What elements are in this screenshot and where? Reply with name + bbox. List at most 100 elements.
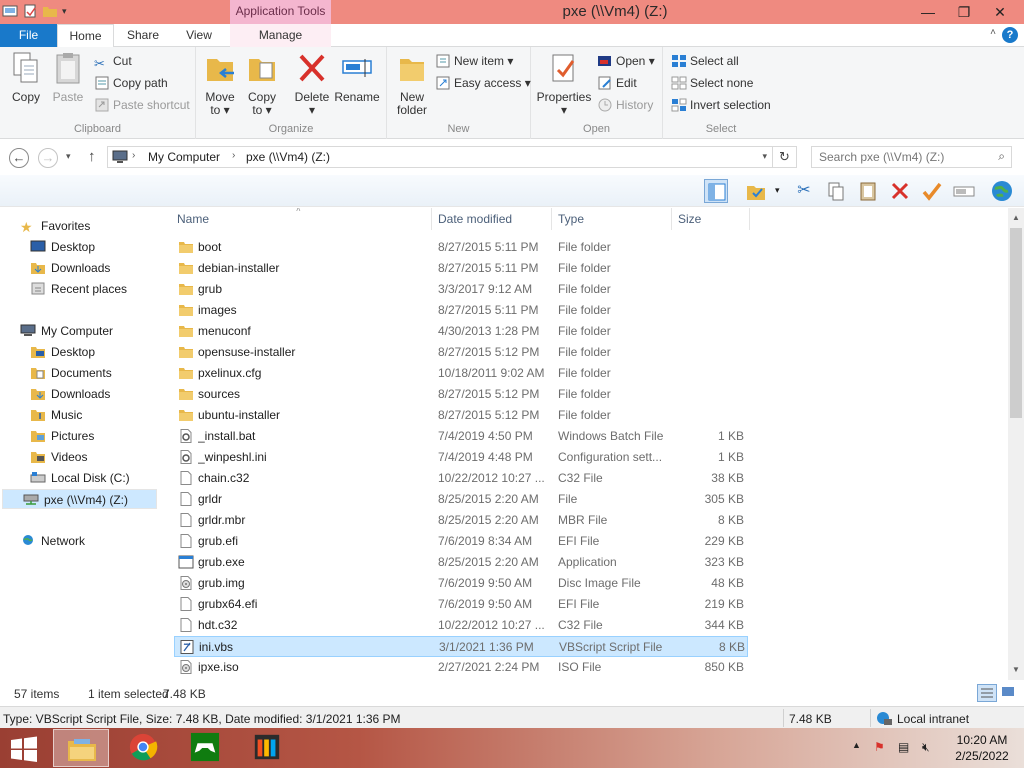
volume-muted-icon[interactable]: 🔇︎ [922,740,930,755]
nav-pc-music[interactable]: Music [30,405,82,425]
forward-button[interactable]: → [38,148,58,168]
file-row[interactable]: boot 8/27/2015 5:11 PM File folder [174,237,748,258]
column-divider[interactable] [431,208,432,230]
nav-pc-desktop[interactable]: Desktop [30,342,95,362]
tab-file[interactable]: File [0,24,57,47]
taskbar-store-app[interactable] [239,729,295,767]
windows-start-icon[interactable] [8,736,40,762]
invert-selection-button[interactable]: Invert selection [671,96,771,114]
properties-button[interactable]: Properties ▾ [535,51,593,117]
cut-button[interactable]: ✂ Cut [94,52,132,71]
taskbar-chrome[interactable] [115,729,171,767]
nav-fav-recent-places[interactable]: Recent places [30,279,127,299]
up-arrow-icon[interactable]: ↑ [88,148,96,165]
file-row[interactable]: menuconf 4/30/2013 1:28 PM File folder [174,321,748,342]
action-center-flag-icon[interactable]: ⚑ [874,740,885,754]
easy-access-button[interactable]: Easy access ▾ [435,74,531,92]
properties-check-icon[interactable] [744,179,768,203]
file-row[interactable]: debian-installer 8/27/2015 5:11 PM File fo… [174,258,748,279]
toolbar-dropdown-icon[interactable]: ▾ [775,185,780,196]
taskbar-file-explorer[interactable] [53,729,109,767]
delete-button[interactable]: Delete ▾ [292,51,332,117]
breadcrumb-my-computer[interactable]: My Computer [148,150,220,164]
address-dropdown-icon[interactable]: ▾ [762,151,767,162]
taskbar-game-app[interactable] [177,729,233,767]
nav-pc-documents[interactable]: Documents [30,363,112,383]
file-row[interactable]: hdt.c32 10/22/2012 10:27 ... C32 File 344 K… [174,615,748,636]
delete-toolbar-icon[interactable] [888,179,912,203]
file-row[interactable]: grub.img 7/6/2019 9:50 AM Disc Image File 4… [174,573,748,594]
edit-button[interactable]: Edit [597,74,637,92]
tab-manage[interactable]: Manage [230,24,331,47]
minimize-button[interactable]: — [910,2,946,22]
nav-pxe-drive[interactable]: pxe (\\Vm4) (Z:) [2,489,157,509]
column-header-name[interactable]: Name [177,211,209,233]
scroll-up-icon[interactable]: ▲ [1008,210,1024,226]
column-header-size[interactable]: Size [678,211,701,233]
file-row[interactable]: pxelinux.cfg 10/18/2011 9:02 AM File folde… [174,363,748,384]
minimize-ribbon-icon[interactable]: ˄ [990,27,996,38]
scroll-thumb[interactable] [1010,228,1022,418]
file-row[interactable]: ini.vbs 3/1/2021 1:36 PM VBScript Script F… [174,636,748,657]
breadcrumb-pxe-drive[interactable]: pxe (\\Vm4) (Z:) [246,150,330,164]
file-row[interactable]: sources 8/27/2015 5:12 PM File folder [174,384,748,405]
column-divider[interactable] [671,208,672,230]
copy-path-button[interactable]: Copy path [94,74,168,92]
preview-pane-icon[interactable] [704,179,728,203]
scroll-down-icon[interactable]: ▼ [1008,662,1024,678]
nav-fav-desktop[interactable]: Desktop [30,237,95,257]
file-row[interactable]: _winpeshl.ini 7/4/2019 4:48 PM Configurati… [174,447,748,468]
recent-locations-icon[interactable]: ▾ [66,151,71,162]
maximize-button[interactable]: ❐ [946,2,982,22]
nav-pc-downloads[interactable]: Downloads [30,384,110,404]
network-tray-icon[interactable]: ▤ [898,740,909,754]
refresh-button[interactable]: ↻ [773,146,797,168]
show-hidden-icons-icon[interactable]: ▲ [852,740,861,750]
file-row[interactable]: grubx64.efi 7/6/2019 9:50 AM EFI File 219 K… [174,594,748,615]
rename-button[interactable]: Rename [334,51,380,104]
file-row[interactable]: grub.efi 7/6/2019 8:34 AM EFI File 229 KB [174,531,748,552]
close-button[interactable]: ✕ [982,2,1018,22]
column-header-type[interactable]: Type [558,211,584,233]
paste-toolbar-icon[interactable] [856,179,880,203]
select-all-button[interactable]: Select all [671,52,739,70]
select-none-button[interactable]: Select none [671,74,753,92]
globe-icon[interactable] [990,179,1014,203]
paste-button[interactable]: Paste [50,51,86,104]
tab-share[interactable]: Share [118,24,168,47]
rename-toolbar-icon[interactable] [952,179,976,203]
file-row[interactable]: _install.bat 7/4/2019 4:50 PM Windows Batc… [174,426,748,447]
new-folder-button[interactable]: New folder [393,51,431,117]
back-button[interactable]: ← [9,148,29,168]
search-input[interactable]: Search pxe (\\Vm4) (Z:) ⌕ [811,146,1012,168]
breadcrumb-chevron-icon[interactable]: › [132,150,135,161]
vertical-scrollbar[interactable]: ▲ ▼ [1008,208,1024,680]
taskbar-clock[interactable]: 10:20 AM 2/25/2022 [952,732,1012,764]
copy-toolbar-icon[interactable] [824,179,848,203]
nav-local-disk[interactable]: Local Disk (C:) [30,468,130,488]
details-view-icon[interactable] [977,684,997,702]
column-header-date[interactable]: Date modified [438,211,512,233]
column-divider[interactable] [749,208,750,230]
file-row[interactable]: chain.c32 10/22/2012 10:27 ... C32 File 38 … [174,468,748,489]
nav-network[interactable]: Network [20,531,85,551]
nav-pc-pictures[interactable]: Pictures [30,426,94,446]
file-row[interactable]: grldr.mbr 8/25/2015 2:20 AM MBR File 8 KB [174,510,748,531]
file-row[interactable]: images 8/27/2015 5:11 PM File folder [174,300,748,321]
file-row[interactable]: opensuse-installer 8/27/2015 5:12 PM File … [174,342,748,363]
nav-pc-videos[interactable]: Videos [30,447,87,467]
checkmark-toolbar-icon[interactable] [920,179,944,203]
cut-toolbar-icon[interactable]: ✂ [792,179,816,203]
nav-my-computer[interactable]: My Computer [20,321,113,341]
paste-shortcut-button[interactable]: Paste shortcut [94,96,190,114]
tab-view[interactable]: View [178,24,220,47]
breadcrumb-chevron-icon[interactable]: › [232,150,235,161]
tab-home[interactable]: Home [57,24,114,48]
file-row[interactable]: grldr 8/25/2015 2:20 AM File 305 KB [174,489,748,510]
move-to-button[interactable]: Move to ▾ [202,51,238,117]
file-row[interactable]: ubuntu-installer 8/27/2015 5:12 PM File fo… [174,405,748,426]
file-row[interactable]: grub 3/3/2017 9:12 AM File folder [174,279,748,300]
nav-favorites[interactable]: ★ Favorites [20,216,90,236]
copy-to-button[interactable]: Copy to ▾ [244,51,280,117]
help-icon[interactable]: ? [1002,27,1018,43]
